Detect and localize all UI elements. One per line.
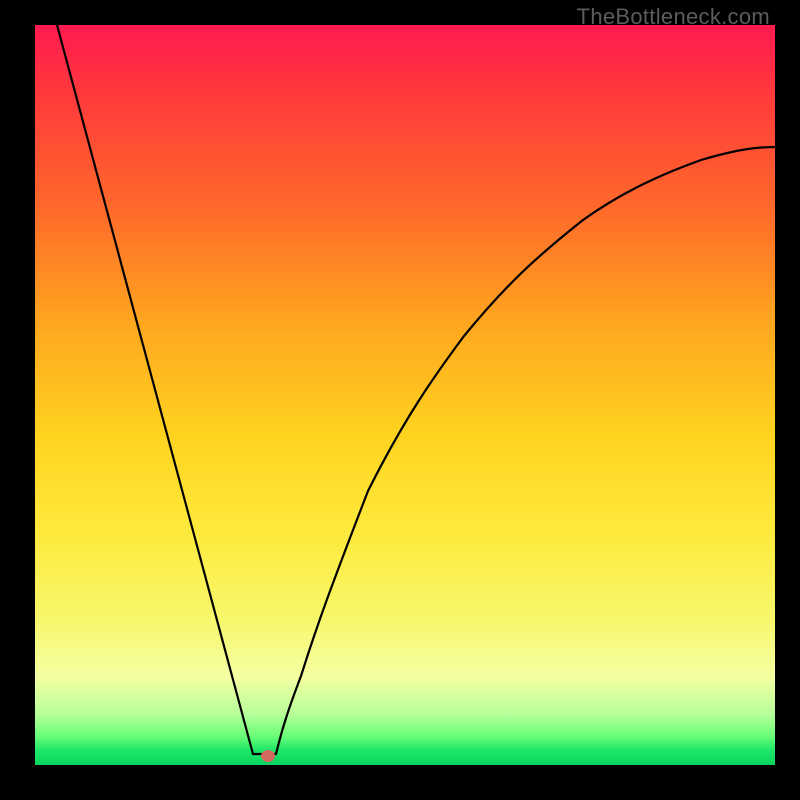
plot-area bbox=[35, 25, 775, 765]
right-branch-path bbox=[276, 147, 775, 754]
chart-frame: TheBottleneck.com bbox=[0, 0, 800, 800]
curve-svg bbox=[35, 25, 775, 765]
minimum-marker bbox=[261, 750, 275, 762]
left-branch-path bbox=[57, 25, 253, 754]
